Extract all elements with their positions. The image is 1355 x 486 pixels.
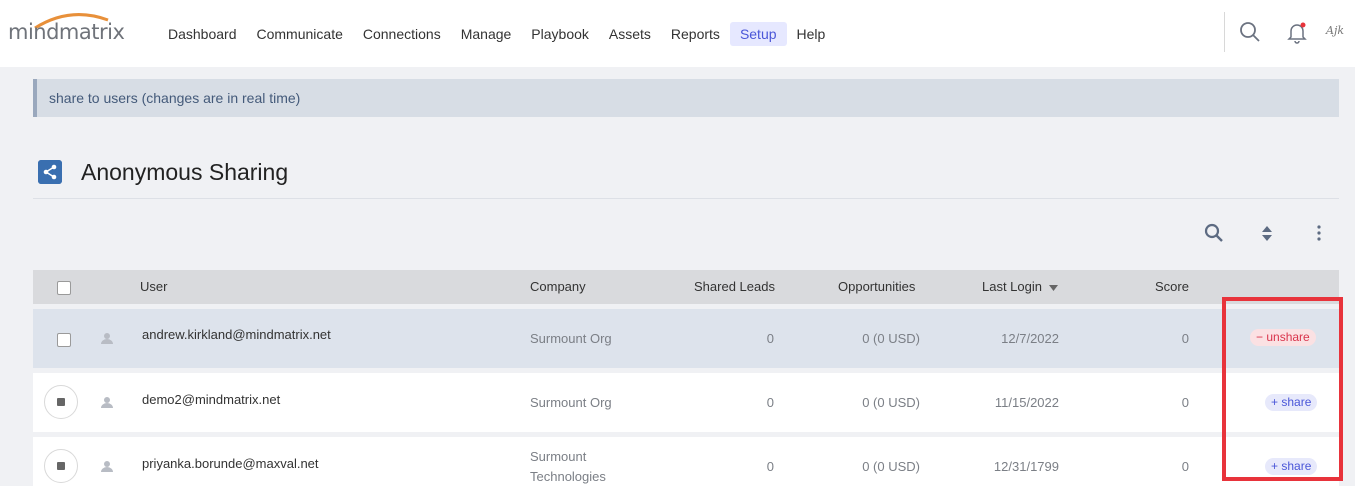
user-email: andrew.kirkland@mindmatrix.net <box>142 327 331 342</box>
user-icon <box>101 397 113 408</box>
sort-desc-icon[interactable] <box>1049 285 1058 291</box>
nav-communicate[interactable]: Communicate <box>247 22 353 46</box>
header-company[interactable]: Company <box>530 279 586 294</box>
user-icon <box>101 333 113 344</box>
table-search-icon[interactable] <box>1203 222 1225 244</box>
user-avatar[interactable]: Ajk <box>1326 24 1344 37</box>
row-expand-button[interactable] <box>44 449 78 483</box>
brand-logo[interactable]: mindmatrix <box>8 20 125 44</box>
expand-icon <box>57 398 65 406</box>
score-value: 0 <box>1181 395 1189 410</box>
table-row[interactable]: priyanka.borunde@maxval.net Surmount Tec… <box>33 437 1339 486</box>
company-name: Surmount <box>530 449 587 464</box>
more-vertical-icon[interactable] <box>1308 222 1330 244</box>
row-expand-button[interactable] <box>44 385 78 419</box>
company-name-line2: Technologies <box>530 469 606 484</box>
nav-connections[interactable]: Connections <box>353 22 451 46</box>
nav-help[interactable]: Help <box>787 22 836 46</box>
page-title: Anonymous Sharing <box>81 159 289 185</box>
shared-leads-value: 0 <box>766 459 774 474</box>
score-value: 0 <box>1181 331 1189 346</box>
select-all-checkbox[interactable] <box>57 281 71 295</box>
share-icon <box>38 160 62 184</box>
top-navigation-bar: mindmatrix Dashboard Communicate Connect… <box>0 0 1355 67</box>
header-opportunities[interactable]: Opportunities <box>838 279 915 294</box>
last-login-value: 12/31/1799 <box>993 459 1059 474</box>
nav-playbook[interactable]: Playbook <box>521 22 599 46</box>
opportunities-value: 0 (0 USD) <box>862 331 920 346</box>
header-shared-leads[interactable]: Shared Leads <box>694 279 775 294</box>
header-user[interactable]: User <box>140 279 167 294</box>
nav-setup[interactable]: Setup <box>729 22 787 46</box>
user-email: demo2@mindmatrix.net <box>142 392 281 407</box>
table-row[interactable]: andrew.kirkland@mindmatrix.net Surmount … <box>33 309 1339 368</box>
title-divider <box>33 198 1339 199</box>
nav-assets[interactable]: Assets <box>599 22 661 46</box>
nav-reports[interactable]: Reports <box>661 22 730 46</box>
shared-leads-value: 0 <box>766 395 774 410</box>
company-name: Surmount Org <box>530 395 612 410</box>
shared-leads-value: 0 <box>766 331 774 346</box>
nav-divider <box>1224 12 1225 52</box>
nav-dashboard[interactable]: Dashboard <box>158 22 247 46</box>
score-value: 0 <box>1181 459 1189 474</box>
nav-manage[interactable]: Manage <box>451 22 522 46</box>
bell-icon[interactable] <box>1285 20 1309 44</box>
table-row[interactable]: demo2@mindmatrix.net Surmount Org 0 0 (0… <box>33 373 1339 432</box>
highlight-box <box>1222 297 1343 481</box>
main-nav: Dashboard Communicate Connections Manage… <box>158 22 835 46</box>
opportunities-value: 0 (0 USD) <box>862 459 920 474</box>
last-login-value: 12/7/2022 <box>1001 331 1059 346</box>
sort-icon[interactable] <box>1256 222 1278 244</box>
last-login-value: 11/15/2022 <box>994 395 1059 410</box>
row-checkbox[interactable] <box>57 333 71 347</box>
expand-icon <box>57 462 65 470</box>
header-score[interactable]: Score <box>1155 279 1189 294</box>
user-email: priyanka.borunde@maxval.net <box>142 456 319 471</box>
search-icon[interactable] <box>1238 20 1262 44</box>
opportunities-value: 0 (0 USD) <box>862 395 920 410</box>
header-last-login[interactable]: Last Login <box>982 279 1042 294</box>
company-name: Surmount Org <box>530 331 612 346</box>
info-bar: share to users (changes are in real time… <box>33 79 1339 117</box>
info-bar-text: share to users (changes are in real time… <box>49 90 301 106</box>
table-header: User Company Shared Leads Opportunities … <box>33 270 1339 304</box>
user-icon <box>101 461 113 472</box>
